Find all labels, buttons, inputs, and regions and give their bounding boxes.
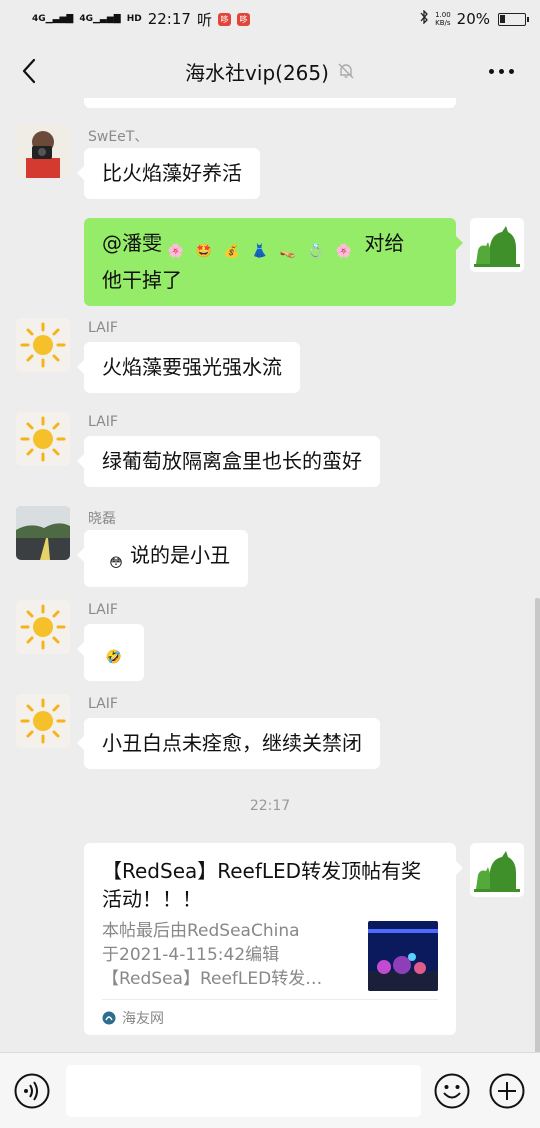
net-speed: 1.00 KB/s: [435, 11, 451, 27]
message-text: 火焰藻要强光强水流: [102, 355, 282, 379]
message-text: 说的是小丑: [130, 543, 230, 567]
my-avatar[interactable]: [470, 218, 524, 272]
avatar-xiaolei[interactable]: [16, 506, 70, 560]
more-dot: [488, 68, 494, 74]
signal-1-icon: 4G▁▃▅▇: [32, 13, 74, 24]
voice-icon: [14, 1073, 50, 1109]
emoji-icon: [434, 1073, 470, 1109]
network-1-label: 4G: [32, 13, 46, 24]
sender-name: SwEeT、: [88, 129, 149, 145]
avatar-laif[interactable]: [16, 318, 70, 372]
sender-name: LAIF: [88, 320, 118, 336]
source-logo-icon: [102, 1011, 116, 1024]
hd-icon: HD: [126, 13, 142, 24]
input-bar: [0, 1052, 540, 1128]
more-dot: [508, 68, 514, 74]
battery-percent: 20%: [456, 10, 490, 28]
link-card-source: 海友网: [122, 1010, 164, 1027]
signal-2-icon: 4G▁▃▅▇: [79, 13, 121, 24]
sandal-emoji-icon: 👡: [279, 244, 297, 259]
sender-name: LAIF: [88, 602, 118, 618]
notification-badge-1: 哆: [217, 12, 231, 26]
chevron-left-icon: [22, 58, 36, 84]
flushed-emoji-icon: 😳: [109, 556, 123, 571]
bell-off-icon: [337, 62, 355, 80]
emoji-button[interactable]: [434, 1073, 470, 1113]
voice-button[interactable]: [14, 1073, 50, 1113]
rofl-emoji-icon: 🤣: [105, 650, 123, 665]
plus-icon: [489, 1073, 525, 1109]
flower-emoji-icon: 🌸: [167, 244, 185, 259]
dress-emoji-icon: 👗: [251, 244, 269, 259]
back-button[interactable]: [14, 56, 44, 86]
battery-icon: [498, 12, 529, 26]
link-card-desc-line: 本帖最后由RedSeaChina: [102, 921, 300, 941]
net-speed-unit: KB/s: [435, 19, 451, 27]
more-button[interactable]: [484, 56, 518, 86]
my-avatar[interactable]: [470, 843, 524, 897]
chat-title: 海水社vip(265): [185, 60, 329, 85]
plus-button[interactable]: [489, 1073, 525, 1113]
my-message-bubble[interactable]: @潘雯 🌸 🤩 💰 👗 👡 💍 🌸 对给 他干掉了: [84, 218, 463, 306]
shared-link-card[interactable]: 【RedSea】ReefLED转发顶帖有奖活动！！！ 本帖最后由RedSeaCh…: [84, 843, 463, 1035]
message-text: 比火焰藻好养活: [102, 161, 242, 185]
message-mention: @潘雯: [102, 231, 162, 255]
ring-emoji-icon: 💍: [307, 244, 325, 259]
message-bubble[interactable]: 火焰藻要强光强水流: [77, 342, 300, 393]
link-card-footer: 海友网: [102, 999, 438, 1035]
link-card-thumbnail: [368, 921, 438, 991]
flower-emoji-icon: 🌸: [335, 244, 353, 259]
app-badge-listen: 听: [196, 10, 212, 29]
message-text: 小丑白点未痊愈，继续关禁闭: [102, 731, 362, 755]
scrollbar[interactable]: [535, 598, 540, 1053]
message-timestamp: 22:17: [249, 798, 291, 814]
link-card-title: 【RedSea】ReefLED转发顶帖有奖活动！！！: [102, 859, 422, 911]
net-speed-value: 1.00: [435, 11, 451, 19]
avatar-laif[interactable]: [16, 694, 70, 748]
message-list[interactable]: SwEeT、 比火焰藻好养活 @潘雯 🌸 🤩 💰 👗 👡 💍 🌸 对给 他干掉了 L: [0, 98, 540, 1052]
more-dot: [498, 68, 504, 74]
status-time: 22:17: [147, 10, 191, 28]
message-input[interactable]: [66, 1065, 421, 1117]
message-bubble[interactable]: 🤣: [77, 624, 144, 681]
message-bubble[interactable]: 小丑白点未痊愈，继续关禁闭: [77, 718, 380, 769]
network-2-label: 4G: [79, 13, 93, 24]
link-card-desc-line: 于2021-4-115:42编辑: [102, 945, 280, 965]
chat-header: 海水社vip(265): [0, 44, 540, 98]
message-bubble[interactable]: 比火焰藻好养活: [77, 148, 260, 199]
status-left: 4G▁▃▅▇ 4G▁▃▅▇ HD 22:17 听 哆 哆: [32, 9, 250, 30]
message-text: 对给: [358, 231, 405, 255]
message-bubble[interactable]: 😳 说的是小丑: [77, 530, 248, 587]
bluetooth-icon: [419, 9, 429, 28]
sender-name: LAIF: [88, 696, 118, 712]
link-card-desc-line: 【RedSea】ReefLED转发…: [102, 969, 323, 989]
sender-name: 晓磊: [88, 511, 116, 527]
avatar-sweet[interactable]: [16, 124, 70, 178]
avatar-laif[interactable]: [16, 600, 70, 654]
status-right: 1.00 KB/s 20%: [419, 9, 529, 28]
avatar-laif[interactable]: [16, 412, 70, 466]
link-card-description: 本帖最后由RedSeaChina 于2021-4-115:42编辑 【RedSe…: [102, 919, 358, 991]
status-bar: 4G▁▃▅▇ 4G▁▃▅▇ HD 22:17 听 哆 哆 1.00 KB/s 2…: [0, 0, 540, 38]
star-eyes-emoji-icon: 🤩: [195, 244, 213, 259]
notification-badge-2: 哆: [236, 12, 250, 26]
previous-message-bubble: [84, 98, 456, 108]
message-bubble[interactable]: 绿葡萄放隔离盒里也长的蛮好: [77, 436, 380, 487]
sender-name: LAIF: [88, 414, 118, 430]
message-text: 绿葡萄放隔离盒里也长的蛮好: [102, 449, 362, 473]
money-bag-emoji-icon: 💰: [223, 244, 241, 259]
message-text-line2: 他干掉了: [102, 268, 182, 292]
link-card-body: 本帖最后由RedSeaChina 于2021-4-115:42编辑 【RedSe…: [102, 919, 438, 991]
